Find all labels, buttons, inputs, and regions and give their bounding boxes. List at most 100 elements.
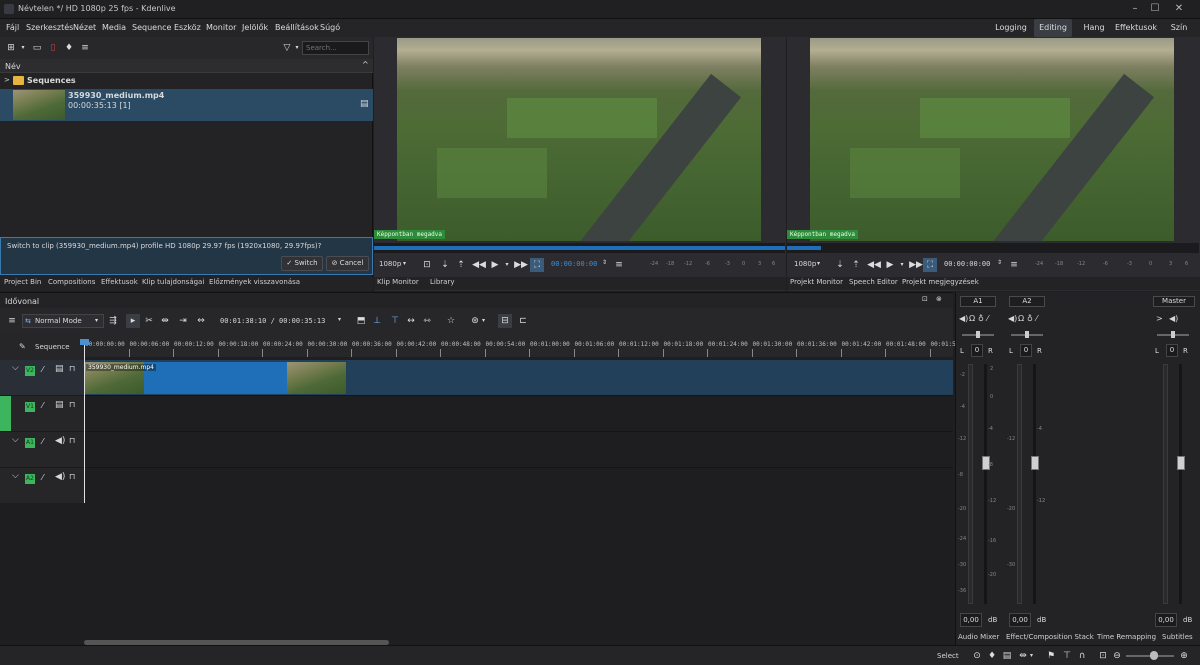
razor-mode-icon[interactable]: ⇶	[106, 314, 120, 328]
stepper-icon[interactable]: ⇕	[997, 259, 1002, 266]
zoom-in-icon[interactable]: ⊕	[1177, 649, 1191, 663]
timeline-timecode[interactable]: 00:01:38:10 / 00:00:35:13	[220, 317, 325, 325]
collapse-icon[interactable]: ⌵	[12, 435, 19, 445]
track-header-v2[interactable]: ⌵ V2 ⁄ ▤ ⊓	[0, 360, 84, 396]
effect-icon[interactable]: ⁄	[42, 365, 43, 374]
tag-icon[interactable]: ♦	[62, 41, 76, 55]
layout-audio[interactable]: Hang	[1076, 19, 1112, 37]
lock-icon[interactable]: ⊓	[69, 472, 75, 481]
effect-icon[interactable]: ⁄	[42, 437, 43, 446]
timecode-dropdown-icon[interactable]: ▾	[338, 316, 341, 323]
menu-icon[interactable]: ≡	[78, 41, 92, 55]
layout-color[interactable]: Szín	[1162, 19, 1196, 37]
sort-arrow-icon[interactable]: ^	[362, 60, 369, 69]
collapse-icon[interactable]: ⌵	[12, 471, 19, 481]
track-a2[interactable]	[84, 468, 953, 504]
close-panel-icon[interactable]: ⊗	[936, 295, 942, 303]
volume-slider-track[interactable]	[1179, 364, 1182, 604]
layout-effects[interactable]: Effektusok	[1114, 19, 1158, 37]
speaker-icon[interactable]: ◀)	[55, 472, 65, 482]
rewind-icon[interactable]: ◀◀	[867, 258, 881, 272]
fast-forward-icon[interactable]: ▶▶	[514, 258, 528, 272]
overwrite-icon[interactable]: ⬒	[354, 314, 368, 328]
bin-clip-row[interactable]: 359930_medium.mp4 00:00:35:13 [1] ▤	[0, 89, 373, 121]
maximize-icon[interactable]: ☐	[1148, 3, 1162, 14]
effect-icon[interactable]: ⁄	[1036, 314, 1037, 323]
film-icon[interactable]: ▤	[55, 400, 64, 410]
tab-compositions[interactable]: Compositions	[48, 278, 95, 286]
layout-logging[interactable]: Logging	[990, 19, 1032, 37]
menu-settings[interactable]: Beállítások	[275, 23, 319, 32]
layout-editing[interactable]: Editing	[1034, 19, 1072, 37]
tab-time-remapping[interactable]: Time Remapping	[1097, 633, 1156, 641]
zoom-out-icon[interactable]: ⊖	[1110, 649, 1124, 663]
menu-help[interactable]: Súgó	[320, 23, 340, 32]
project-monitor-video[interactable]	[810, 38, 1174, 241]
timeline-ruler[interactable]: 00:00:00:00 00:00:06:00 00:00:12:00 00:00:1…	[84, 339, 959, 357]
menu-edit[interactable]: Szerkesztés	[26, 23, 73, 32]
select-tool-icon[interactable]: ▸	[126, 314, 140, 328]
lock-icon[interactable]: ⊓	[69, 364, 75, 373]
pan-handle[interactable]	[976, 331, 980, 338]
composite-icon[interactable]: ⊤	[1060, 649, 1074, 663]
volume-db-value[interactable]: 0,00	[1155, 613, 1177, 627]
monitor-menu-icon[interactable]: ≡	[1007, 258, 1021, 272]
effect-icon[interactable]: ⁄	[42, 401, 43, 410]
volume-fader[interactable]	[1031, 456, 1039, 470]
mute-icon[interactable]: ◀)	[1008, 314, 1017, 323]
clip-zoom-select[interactable]: 1080p	[379, 260, 401, 268]
expand-icon[interactable]: >	[4, 76, 10, 84]
bin-column-header[interactable]: Név ^	[0, 59, 373, 73]
tab-speech-editor[interactable]: Speech Editor	[849, 278, 898, 286]
hamburger-icon[interactable]: ≡	[5, 314, 19, 328]
expand-icon[interactable]: >	[1156, 314, 1163, 323]
timeline-empty-area[interactable]	[84, 502, 953, 640]
zone-icon[interactable]: ⇿	[420, 314, 434, 328]
tab-project-notes[interactable]: Projekt megjegyzések	[902, 278, 979, 286]
snap-dropdown-icon[interactable]: ▾	[482, 317, 485, 324]
tab-clip-properties[interactable]: Klip tulajdonságai	[142, 278, 204, 286]
pan-value[interactable]: 0	[971, 344, 983, 357]
float-icon[interactable]: ⊡	[922, 295, 928, 303]
pan-value[interactable]: 0	[1020, 344, 1032, 357]
tab-project-monitor[interactable]: Projekt Monitor	[790, 278, 843, 286]
volume-db-value[interactable]: 0,00	[960, 613, 982, 627]
bin-folder-row[interactable]: > Sequences	[0, 73, 373, 89]
clip-timecode[interactable]: 00:00:00:00	[551, 260, 597, 268]
bin-search-input[interactable]	[302, 41, 369, 55]
subtitle-track-icon[interactable]: ⊏	[516, 314, 530, 328]
audio-wave-icon[interactable]: ⇹	[1016, 649, 1030, 663]
volume-db-value[interactable]: 0,00	[1009, 613, 1031, 627]
flag-icon[interactable]: ⚑	[1044, 649, 1058, 663]
monitor-menu-icon[interactable]: ≡	[612, 258, 626, 272]
multitrack-icon[interactable]: ⊟	[498, 314, 512, 328]
effect-icon[interactable]: ⁄	[42, 473, 43, 482]
project-zoom-select[interactable]: 1080p	[794, 260, 816, 268]
playhead[interactable]	[84, 345, 85, 503]
close-icon[interactable]: ✕	[1172, 3, 1186, 14]
lock-icon[interactable]: ⊓	[69, 400, 75, 409]
snap-icon[interactable]: ⊛	[468, 314, 482, 328]
mic-icon[interactable]: ♁	[978, 314, 984, 323]
mute-icon[interactable]: ◀)	[959, 314, 968, 323]
tab-undo-history[interactable]: Előzmények visszavonása	[209, 278, 300, 286]
track-v1[interactable]	[84, 396, 953, 432]
set-out-icon[interactable]: ⇡	[454, 258, 468, 272]
headphones-icon[interactable]: Ω	[1018, 314, 1024, 323]
chevron-down-icon[interactable]: ▾	[817, 260, 820, 267]
magnet-icon[interactable]: ∩	[1075, 649, 1089, 663]
volume-slider-track[interactable]	[1033, 364, 1036, 604]
fast-forward-icon[interactable]: ▶▶	[909, 258, 923, 272]
pan-value[interactable]: 0	[1166, 344, 1178, 357]
menu-sequence[interactable]: Sequence	[132, 23, 171, 32]
track-header-a1[interactable]: ⌵ A1 ⁄ ◀) ⊓	[0, 432, 84, 468]
mute-icon[interactable]: ◀)	[1169, 314, 1178, 323]
tab-effect-stack[interactable]: Effect/Composition Stack	[1006, 633, 1094, 641]
slip-tool-icon[interactable]: ⇔	[194, 314, 208, 328]
mic-icon[interactable]: ♁	[1027, 314, 1033, 323]
effect-icon[interactable]: ⁄	[987, 314, 988, 323]
marker-icon[interactable]: ♦	[985, 649, 999, 663]
lock-icon[interactable]: ⊓	[69, 436, 75, 445]
collapse-icon[interactable]: ⌵	[12, 363, 19, 373]
speaker-icon[interactable]: ◀)	[55, 436, 65, 446]
